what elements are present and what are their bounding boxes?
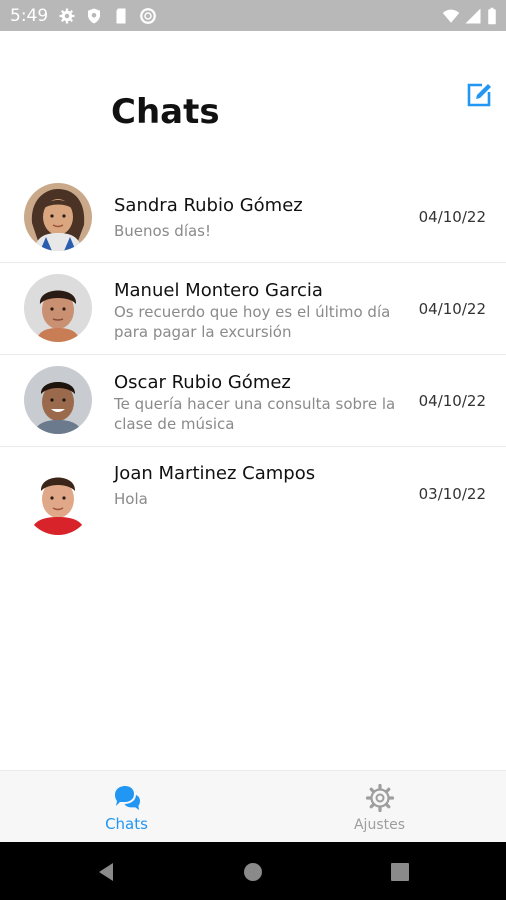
system-nav-bar: [0, 842, 506, 900]
avatar: [24, 183, 92, 251]
chat-name: Sandra Rubio Gómez: [114, 195, 303, 216]
wifi-status-icon: [442, 9, 460, 23]
back-icon[interactable]: [95, 861, 117, 883]
chat-name: Manuel Montero Garcia: [114, 280, 323, 301]
chat-name: Joan Martinez Campos: [114, 463, 316, 484]
chat-name: Oscar Rubio Gómez: [114, 372, 291, 393]
tab-ajustes[interactable]: Ajustes: [253, 771, 506, 843]
header: Chats: [0, 31, 506, 171]
signal-status-icon: [465, 8, 481, 24]
chat-message: Hola: [114, 490, 148, 508]
status-bar: 5:49: [0, 0, 506, 31]
compose-icon[interactable]: [465, 81, 493, 109]
chat-bubbles-icon: [114, 786, 140, 810]
tab-bar: Chats Ajustes: [0, 770, 506, 843]
recents-icon[interactable]: [389, 861, 411, 883]
chat-row[interactable]: Oscar Rubio Gómez Te quería hacer una co…: [0, 355, 506, 447]
chat-row[interactable]: Sandra Rubio Gómez Buenos días! 04/10/22: [0, 171, 506, 263]
chat-message: Buenos días!: [114, 222, 212, 240]
chat-row[interactable]: Joan Martinez Campos Hola 03/10/22: [0, 447, 506, 538]
status-time: 5:49: [10, 6, 49, 26]
tab-label: Ajustes: [353, 817, 406, 833]
home-icon[interactable]: [242, 861, 264, 883]
chat-date: 04/10/22: [418, 392, 486, 410]
chat-row[interactable]: Manuel Montero Garcia Os recuerdo que ho…: [0, 263, 506, 355]
chat-list: Sandra Rubio Gómez Buenos días! 04/10/22…: [0, 171, 506, 538]
chat-date: 03/10/22: [418, 485, 486, 503]
no-disturb-status-icon: [140, 8, 156, 24]
chat-date: 04/10/22: [418, 300, 486, 318]
settings-status-icon: [59, 8, 75, 24]
avatar: [24, 366, 92, 434]
gear-icon: [365, 783, 394, 813]
avatar: [24, 274, 92, 342]
tab-chats[interactable]: Chats: [0, 771, 253, 843]
sim-card-status-icon: [116, 8, 126, 24]
avatar: [24, 467, 92, 535]
tab-label: Chats: [105, 815, 148, 833]
chat-message: Te quería hacer una consulta sobre la cl…: [114, 395, 396, 433]
page-title: Chats: [111, 92, 220, 132]
chat-message: Os recuerdo que hoy es el último día par…: [114, 303, 391, 341]
shield-status-icon: [88, 8, 100, 24]
battery-status-icon: [488, 7, 496, 25]
chat-date: 04/10/22: [418, 208, 486, 226]
